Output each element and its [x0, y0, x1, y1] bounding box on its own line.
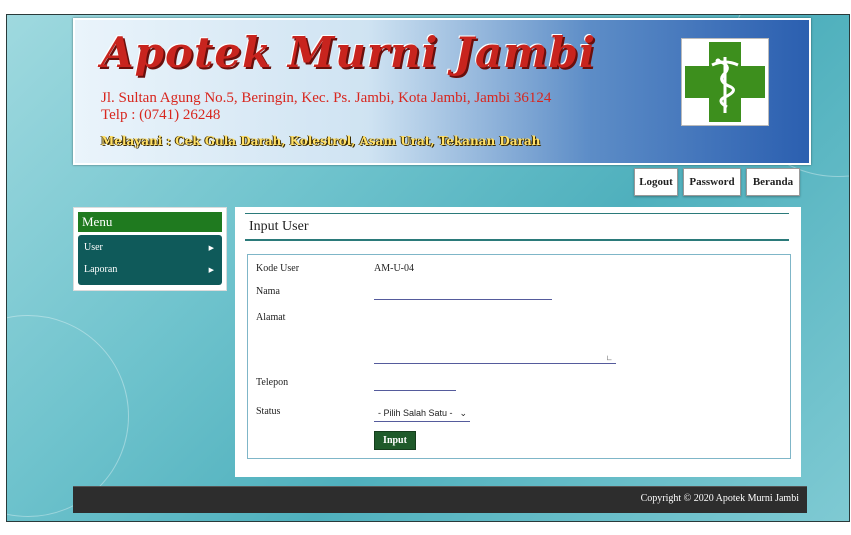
input-submit-button[interactable]: Input — [374, 431, 416, 450]
header-services: Melayani : Cek Gula Darah, Kolestrol, As… — [101, 134, 541, 148]
telepon-input[interactable] — [374, 376, 456, 391]
logout-button[interactable]: Logout — [634, 168, 678, 196]
sidebar-item-user[interactable]: User ▶ — [78, 238, 222, 258]
sidebar-item-laporan[interactable]: Laporan ▶ — [78, 260, 222, 280]
telepon-label: Telepon — [256, 377, 289, 388]
chevron-down-icon: ⌄ — [459, 408, 467, 418]
kode-user-label: Kode User — [256, 263, 300, 274]
header-address: Jl. Sultan Agung No.5, Beringin, Kec. Ps… — [101, 90, 552, 106]
sidebar-item-label: Laporan — [84, 264, 118, 275]
nama-label: Nama — [256, 286, 280, 297]
nama-input[interactable] — [374, 285, 552, 300]
alamat-textarea[interactable] — [374, 311, 616, 364]
main-content: Input User Kode User AM-U-04 Nama Alamat… — [235, 207, 801, 477]
header-banner: Apotek Murni Jambi Jl. Sultan Agung No.5… — [73, 18, 811, 165]
header-address-block: Jl. Sultan Agung No.5, Beringin, Kec. Ps… — [101, 90, 621, 124]
alamat-label: Alamat — [256, 312, 286, 323]
input-user-form: Kode User AM-U-04 Nama Alamat ∟ Telepon … — [247, 254, 791, 459]
password-button[interactable]: Password — [683, 168, 741, 196]
resize-grip-icon[interactable]: ∟ — [606, 354, 615, 363]
chevron-right-icon: ▶ — [208, 266, 214, 274]
status-select[interactable]: - Pilih Salah Satu - ⌄ — [374, 405, 470, 422]
sidebar-title: Menu — [78, 212, 222, 232]
copyright-text: Copyright © 2020 Apotek Murni Jambi — [640, 493, 799, 504]
footer: Copyright © 2020 Apotek Murni Jambi — [73, 486, 807, 513]
site-title: Apotek Murni Jambi — [101, 28, 596, 77]
status-selected-value: - Pilih Salah Satu - — [378, 408, 453, 418]
pharmacy-logo — [681, 38, 769, 126]
divider — [245, 239, 789, 241]
sidebar-menu: Menu User ▶ Laporan ▶ — [73, 207, 227, 291]
header-phone: Telp : (0741) 26248 — [101, 107, 221, 123]
sidebar-item-label: User — [84, 242, 103, 253]
chevron-right-icon: ▶ — [208, 244, 214, 252]
page-frame: Apotek Murni Jambi Jl. Sultan Agung No.5… — [6, 14, 850, 522]
divider — [245, 213, 789, 214]
page-title: Input User — [249, 219, 309, 234]
status-label: Status — [256, 406, 281, 417]
beranda-button[interactable]: Beranda — [746, 168, 800, 196]
caduceus-icon — [711, 57, 739, 113]
kode-user-value: AM-U-04 — [374, 263, 414, 274]
sidebar-list: User ▶ Laporan ▶ — [78, 235, 222, 285]
